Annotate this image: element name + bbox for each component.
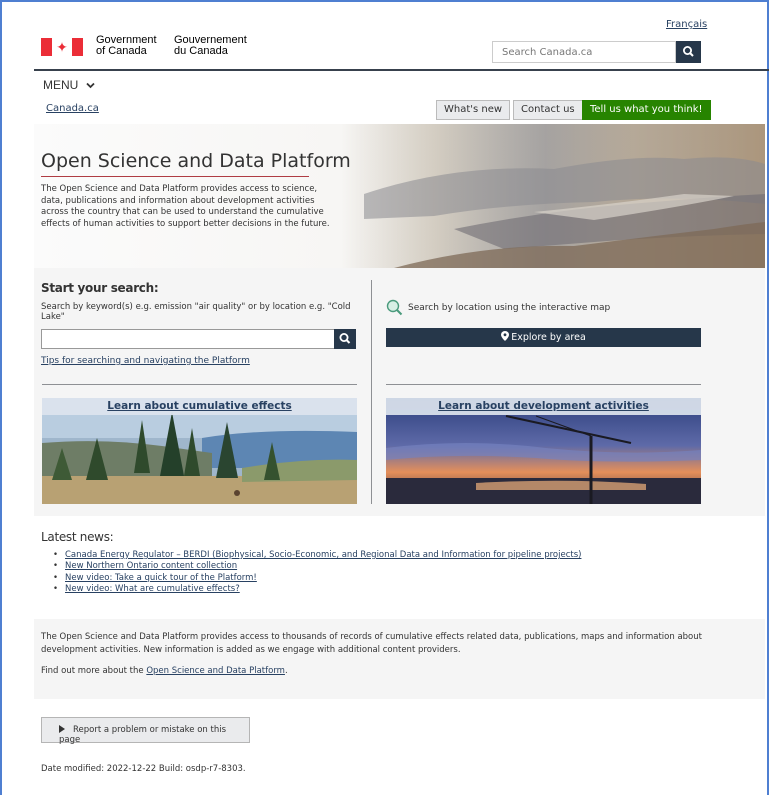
language-toggle-link[interactable]: Français [666, 19, 707, 30]
search-icon [339, 333, 351, 344]
explore-by-area-button[interactable]: Explore by area [386, 328, 701, 347]
news-link-berdi[interactable]: Canada Energy Regulator – BERDI (Biophys… [65, 550, 581, 560]
map-marker-icon [501, 331, 510, 341]
feedback-button[interactable]: Tell us what you think! [582, 100, 711, 120]
page-title: Open Science and Data Platform [41, 150, 351, 172]
about-platform-link[interactable]: Open Science and Data Platform [146, 666, 285, 676]
keyword-search-input[interactable] [41, 329, 335, 349]
news-title: Latest news: [41, 530, 114, 544]
report-problem-button[interactable]: Report a problem or mistake on this page [41, 717, 250, 745]
breadcrumb-canada-link[interactable]: Canada.ca [46, 103, 99, 114]
news-link-northern-ontario[interactable]: New Northern Ontario content collection [65, 561, 237, 571]
about-text: The Open Science and Data Platform provi… [41, 632, 702, 655]
date-modified: Date modified: 2022-12-22 Build: osdp-r7… [41, 764, 246, 774]
keyword-search-button[interactable] [334, 329, 356, 349]
list-item: New video: Take a quick tour of the Plat… [53, 573, 581, 585]
news-list: Canada Energy Regulator – BERDI (Biophys… [53, 550, 581, 596]
map-search-icon [386, 299, 403, 316]
site-search-button[interactable] [676, 41, 701, 63]
hero-description: The Open Science and Data Platform provi… [41, 184, 330, 229]
search-help-text: Search by keyword(s) e.g. emission "air … [41, 302, 351, 322]
maple-leaf-icon: ✦ [56, 39, 68, 55]
chevron-down-icon [86, 82, 95, 89]
horizontal-divider-right [386, 384, 701, 385]
list-item: New Northern Ontario content collection [53, 561, 581, 573]
menu-button[interactable]: MENU [43, 78, 95, 92]
cumulative-effects-link[interactable]: Learn about cumulative effects [107, 400, 291, 412]
development-activities-link[interactable]: Learn about development activities [438, 400, 649, 412]
list-item: New video: What are cumulative effects? [53, 584, 581, 596]
gov-signature-en: Government of Canada [96, 34, 157, 57]
map-search-text: Search by location using the interactive… [408, 303, 611, 313]
list-item: Canada Energy Regulator – BERDI (Biophys… [53, 550, 581, 562]
search-title: Start your search: [41, 281, 159, 295]
gov-signature-fr: Gouvernement du Canada [174, 34, 247, 57]
title-underline [41, 176, 309, 177]
canada-flag-logo: ✦ [41, 38, 83, 56]
site-search-input[interactable]: Search Canada.ca [492, 41, 676, 63]
news-link-cumulative-video[interactable]: New video: What are cumulative effects? [65, 584, 240, 594]
play-triangle-icon [59, 725, 65, 733]
about-more-text: Find out more about the Open Science and… [41, 666, 288, 676]
whats-new-button[interactable]: What's new [436, 100, 511, 120]
news-link-quick-tour[interactable]: New video: Take a quick tour of the Plat… [65, 573, 257, 583]
header-divider [34, 69, 769, 71]
development-activities-card[interactable]: Learn about development activities [386, 398, 701, 504]
cumulative-effects-card[interactable]: Learn about cumulative effects [42, 398, 357, 504]
contact-us-button[interactable]: Contact us [513, 100, 583, 120]
search-tips-link[interactable]: Tips for searching and navigating the Pl… [41, 356, 250, 366]
horizontal-divider-left [42, 384, 357, 385]
vertical-divider [371, 280, 372, 504]
search-icon [683, 46, 694, 57]
